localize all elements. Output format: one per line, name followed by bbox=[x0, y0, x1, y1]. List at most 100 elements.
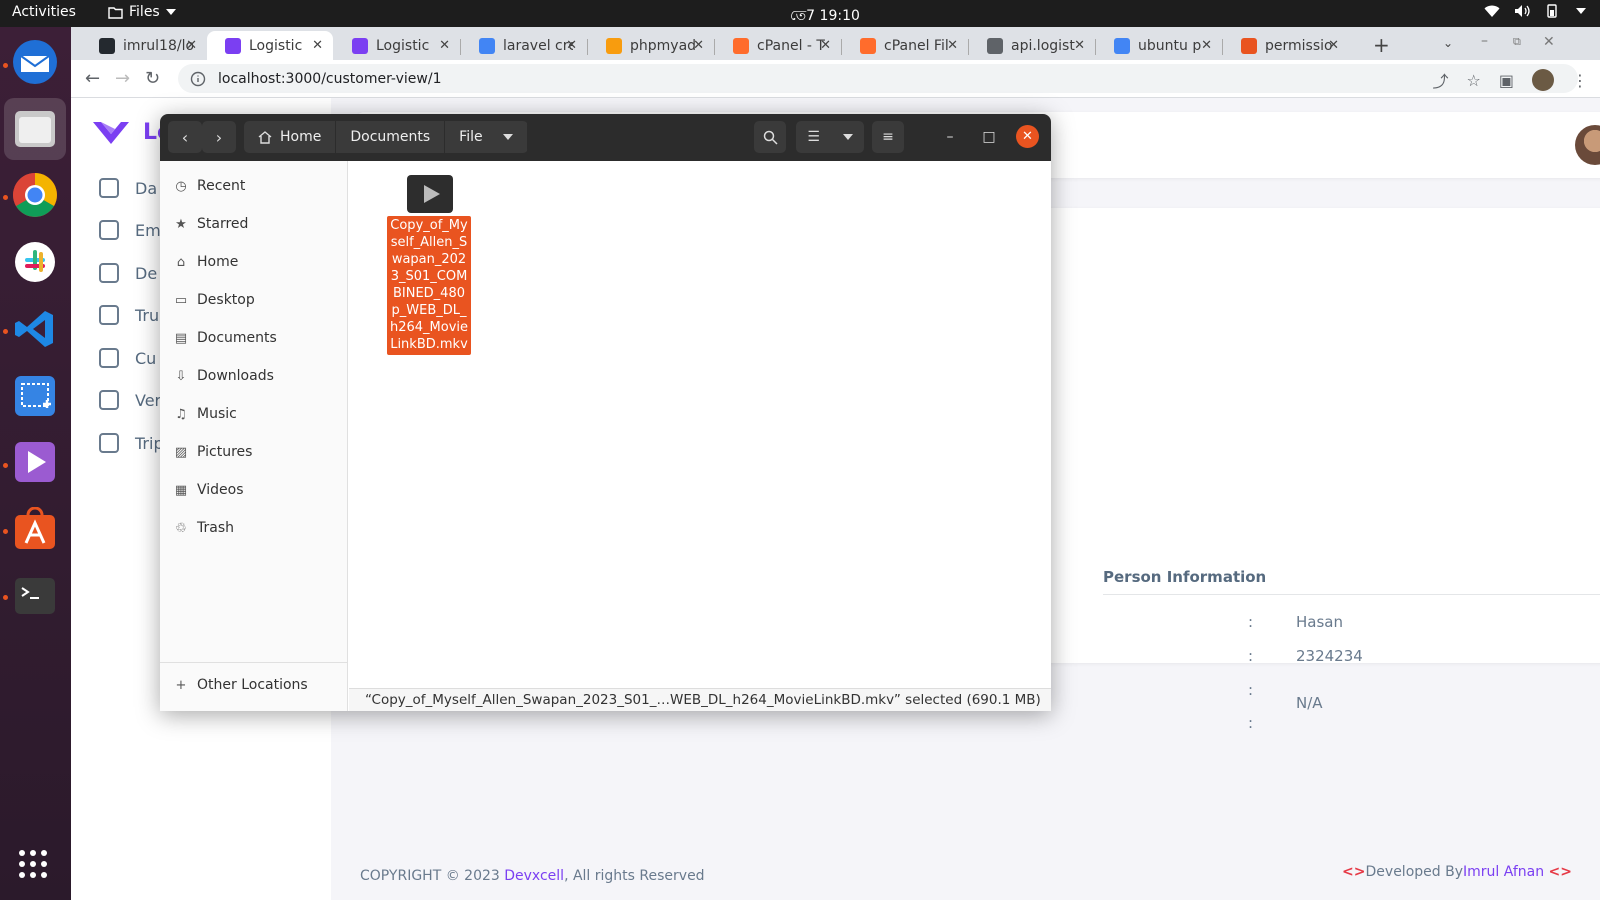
close-tab-icon[interactable]: ✕ bbox=[186, 38, 197, 53]
back-button[interactable]: ‹ bbox=[168, 121, 202, 153]
maximize-button[interactable]: □ bbox=[979, 127, 999, 147]
row-value: 2324234 bbox=[1296, 647, 1363, 665]
app-center-icon[interactable] bbox=[10, 504, 60, 554]
sidebar-item-videos[interactable]: ▦ Videos bbox=[174, 482, 244, 498]
sidebar-item-4[interactable]: Tru bbox=[99, 305, 159, 325]
close-tab-icon[interactable]: ✕ bbox=[566, 38, 577, 53]
side-panel-icon[interactable]: ▣ bbox=[1499, 71, 1514, 90]
tab-9[interactable]: ubuntu p ✕ bbox=[1096, 31, 1222, 60]
logo-icon bbox=[93, 122, 129, 144]
bookmark-star-icon[interactable]: ☆ bbox=[1467, 71, 1481, 90]
path-home[interactable]: Home bbox=[244, 121, 337, 153]
path-documents[interactable]: Documents bbox=[336, 121, 446, 153]
sidebar-item-2[interactable]: Em bbox=[99, 220, 161, 240]
users-icon bbox=[99, 348, 119, 368]
share-icon[interactable]: ⤴ bbox=[1433, 68, 1449, 92]
view-options-button[interactable]: ☰ bbox=[796, 121, 864, 153]
user-avatar[interactable] bbox=[1575, 125, 1600, 165]
close-button[interactable]: ✕ bbox=[1016, 125, 1039, 148]
sidebar-item-starred[interactable]: ★ Starred bbox=[174, 216, 248, 232]
info-icon[interactable] bbox=[190, 71, 206, 87]
sidebar-item-recent[interactable]: ◷ Recent bbox=[174, 178, 245, 194]
favicon-icon bbox=[860, 37, 876, 54]
sidebar-item-music[interactable]: ♫ Music bbox=[174, 406, 237, 422]
favicon-icon bbox=[352, 37, 368, 54]
company-link[interactable]: Devxcell bbox=[504, 868, 564, 884]
video-player-icon[interactable] bbox=[10, 437, 60, 487]
close-tab-icon[interactable]: ✕ bbox=[1201, 38, 1212, 53]
sidebar-item-trash[interactable]: ♲ Trash bbox=[174, 520, 234, 536]
tab-2[interactable]: Logistic ✕ bbox=[207, 31, 333, 60]
tab-4[interactable]: laravel cre ✕ bbox=[461, 31, 587, 60]
files-icon[interactable] bbox=[4, 98, 66, 160]
sidebar-item-3[interactable]: De bbox=[99, 263, 157, 283]
back-icon[interactable]: ← bbox=[85, 68, 100, 89]
vscode-icon[interactable] bbox=[10, 304, 60, 354]
users-icon bbox=[99, 390, 119, 410]
trash-icon: ♲ bbox=[175, 520, 187, 536]
path-file[interactable]: File bbox=[445, 121, 528, 153]
chrome-icon[interactable] bbox=[10, 170, 60, 220]
sidebar-item-downloads[interactable]: ⇩ Downloads bbox=[174, 368, 274, 384]
sidebar-item-documents[interactable]: ▤ Documents bbox=[174, 330, 277, 346]
new-tab-button[interactable]: + bbox=[1373, 33, 1390, 57]
close-tab-icon[interactable]: ✕ bbox=[439, 38, 450, 53]
search-button[interactable] bbox=[754, 121, 786, 153]
clock[interactable]: তে7 19:10 bbox=[790, 4, 860, 28]
tab-6[interactable]: cPanel - T ✕ bbox=[715, 31, 841, 60]
sidebar-item-label: Starred bbox=[197, 216, 249, 232]
sidebar-item-label: Videos bbox=[197, 482, 244, 498]
minimize-button[interactable]: – bbox=[940, 127, 960, 147]
sidebar-item-1[interactable]: Da bbox=[99, 178, 157, 198]
activities-button[interactable]: Activities bbox=[12, 4, 76, 20]
chevron-left-icon: ‹ bbox=[181, 127, 189, 147]
close-tab-icon[interactable]: ✕ bbox=[312, 38, 323, 53]
terminal-icon[interactable] bbox=[10, 571, 60, 621]
tab-5[interactable]: phpmyad ✕ bbox=[588, 31, 714, 60]
url-text: localhost:3000/customer-view/1 bbox=[218, 70, 442, 87]
sidebar-item-6[interactable]: Ver bbox=[99, 390, 161, 410]
author-link[interactable]: Imrul Afnan bbox=[1463, 864, 1544, 880]
forward-icon[interactable]: → bbox=[115, 68, 130, 89]
sidebar-item-label: Documents bbox=[197, 330, 277, 346]
main-menu-button[interactable]: ≡ bbox=[872, 121, 904, 153]
row-separator: : bbox=[1248, 714, 1254, 732]
user-icon bbox=[99, 220, 119, 240]
reload-icon[interactable]: ↻ bbox=[145, 68, 160, 89]
sidebar-item-other-locations[interactable]: + Other Locations bbox=[174, 677, 308, 693]
address-bar[interactable]: localhost:3000/customer-view/1 bbox=[178, 64, 1578, 93]
tab-10[interactable]: permissio ✕ bbox=[1223, 31, 1349, 60]
thunderbird-icon[interactable] bbox=[10, 37, 60, 87]
slack-icon[interactable] bbox=[10, 237, 60, 287]
close-tab-icon[interactable]: ✕ bbox=[947, 38, 958, 53]
minimize-button[interactable]: – bbox=[1481, 33, 1488, 49]
sidebar-item-5[interactable]: Cu bbox=[99, 348, 156, 368]
tab-3[interactable]: Logistic ✕ bbox=[334, 31, 460, 60]
close-tab-icon[interactable]: ✕ bbox=[1074, 38, 1085, 53]
tab-7[interactable]: cPanel Fil ✕ bbox=[842, 31, 968, 60]
rights-text: , All rights Reserved bbox=[564, 868, 705, 884]
tab-separator bbox=[460, 39, 461, 55]
code-icon: <> bbox=[1548, 864, 1572, 880]
sidebar-item-desktop[interactable]: ▭ Desktop bbox=[174, 292, 255, 308]
screenshot-icon[interactable] bbox=[10, 371, 60, 421]
sidebar-item-pictures[interactable]: ▨ Pictures bbox=[174, 444, 253, 460]
close-tab-icon[interactable]: ✕ bbox=[693, 38, 704, 53]
sidebar-item-home[interactable]: ⌂ Home bbox=[174, 254, 238, 270]
maximize-button[interactable]: ⧉ bbox=[1513, 35, 1521, 49]
close-tab-icon[interactable]: ✕ bbox=[1328, 38, 1339, 53]
tab-8[interactable]: api.logist ✕ bbox=[969, 31, 1095, 60]
tab-search-icon[interactable]: ⌄ bbox=[1443, 36, 1453, 50]
sidebar-item-label: Trash bbox=[197, 520, 234, 536]
system-tray[interactable] bbox=[1484, 4, 1586, 18]
sidebar-item-7[interactable]: Trip bbox=[99, 433, 164, 453]
close-tab-icon[interactable]: ✕ bbox=[820, 38, 831, 53]
tab-1[interactable]: imrul18/lo ✕ bbox=[81, 31, 207, 60]
files-headerbar: ‹ › Home Documents File ☰ ≡ – □ ✕ bbox=[160, 114, 1051, 161]
forward-button[interactable]: › bbox=[202, 121, 236, 153]
app-menu[interactable]: Files bbox=[108, 4, 176, 20]
show-apps-icon[interactable] bbox=[19, 850, 47, 878]
kebab-menu-icon[interactable]: ⋮ bbox=[1572, 71, 1588, 90]
close-window-button[interactable]: ✕ bbox=[1543, 34, 1555, 50]
profile-avatar[interactable] bbox=[1532, 69, 1554, 91]
